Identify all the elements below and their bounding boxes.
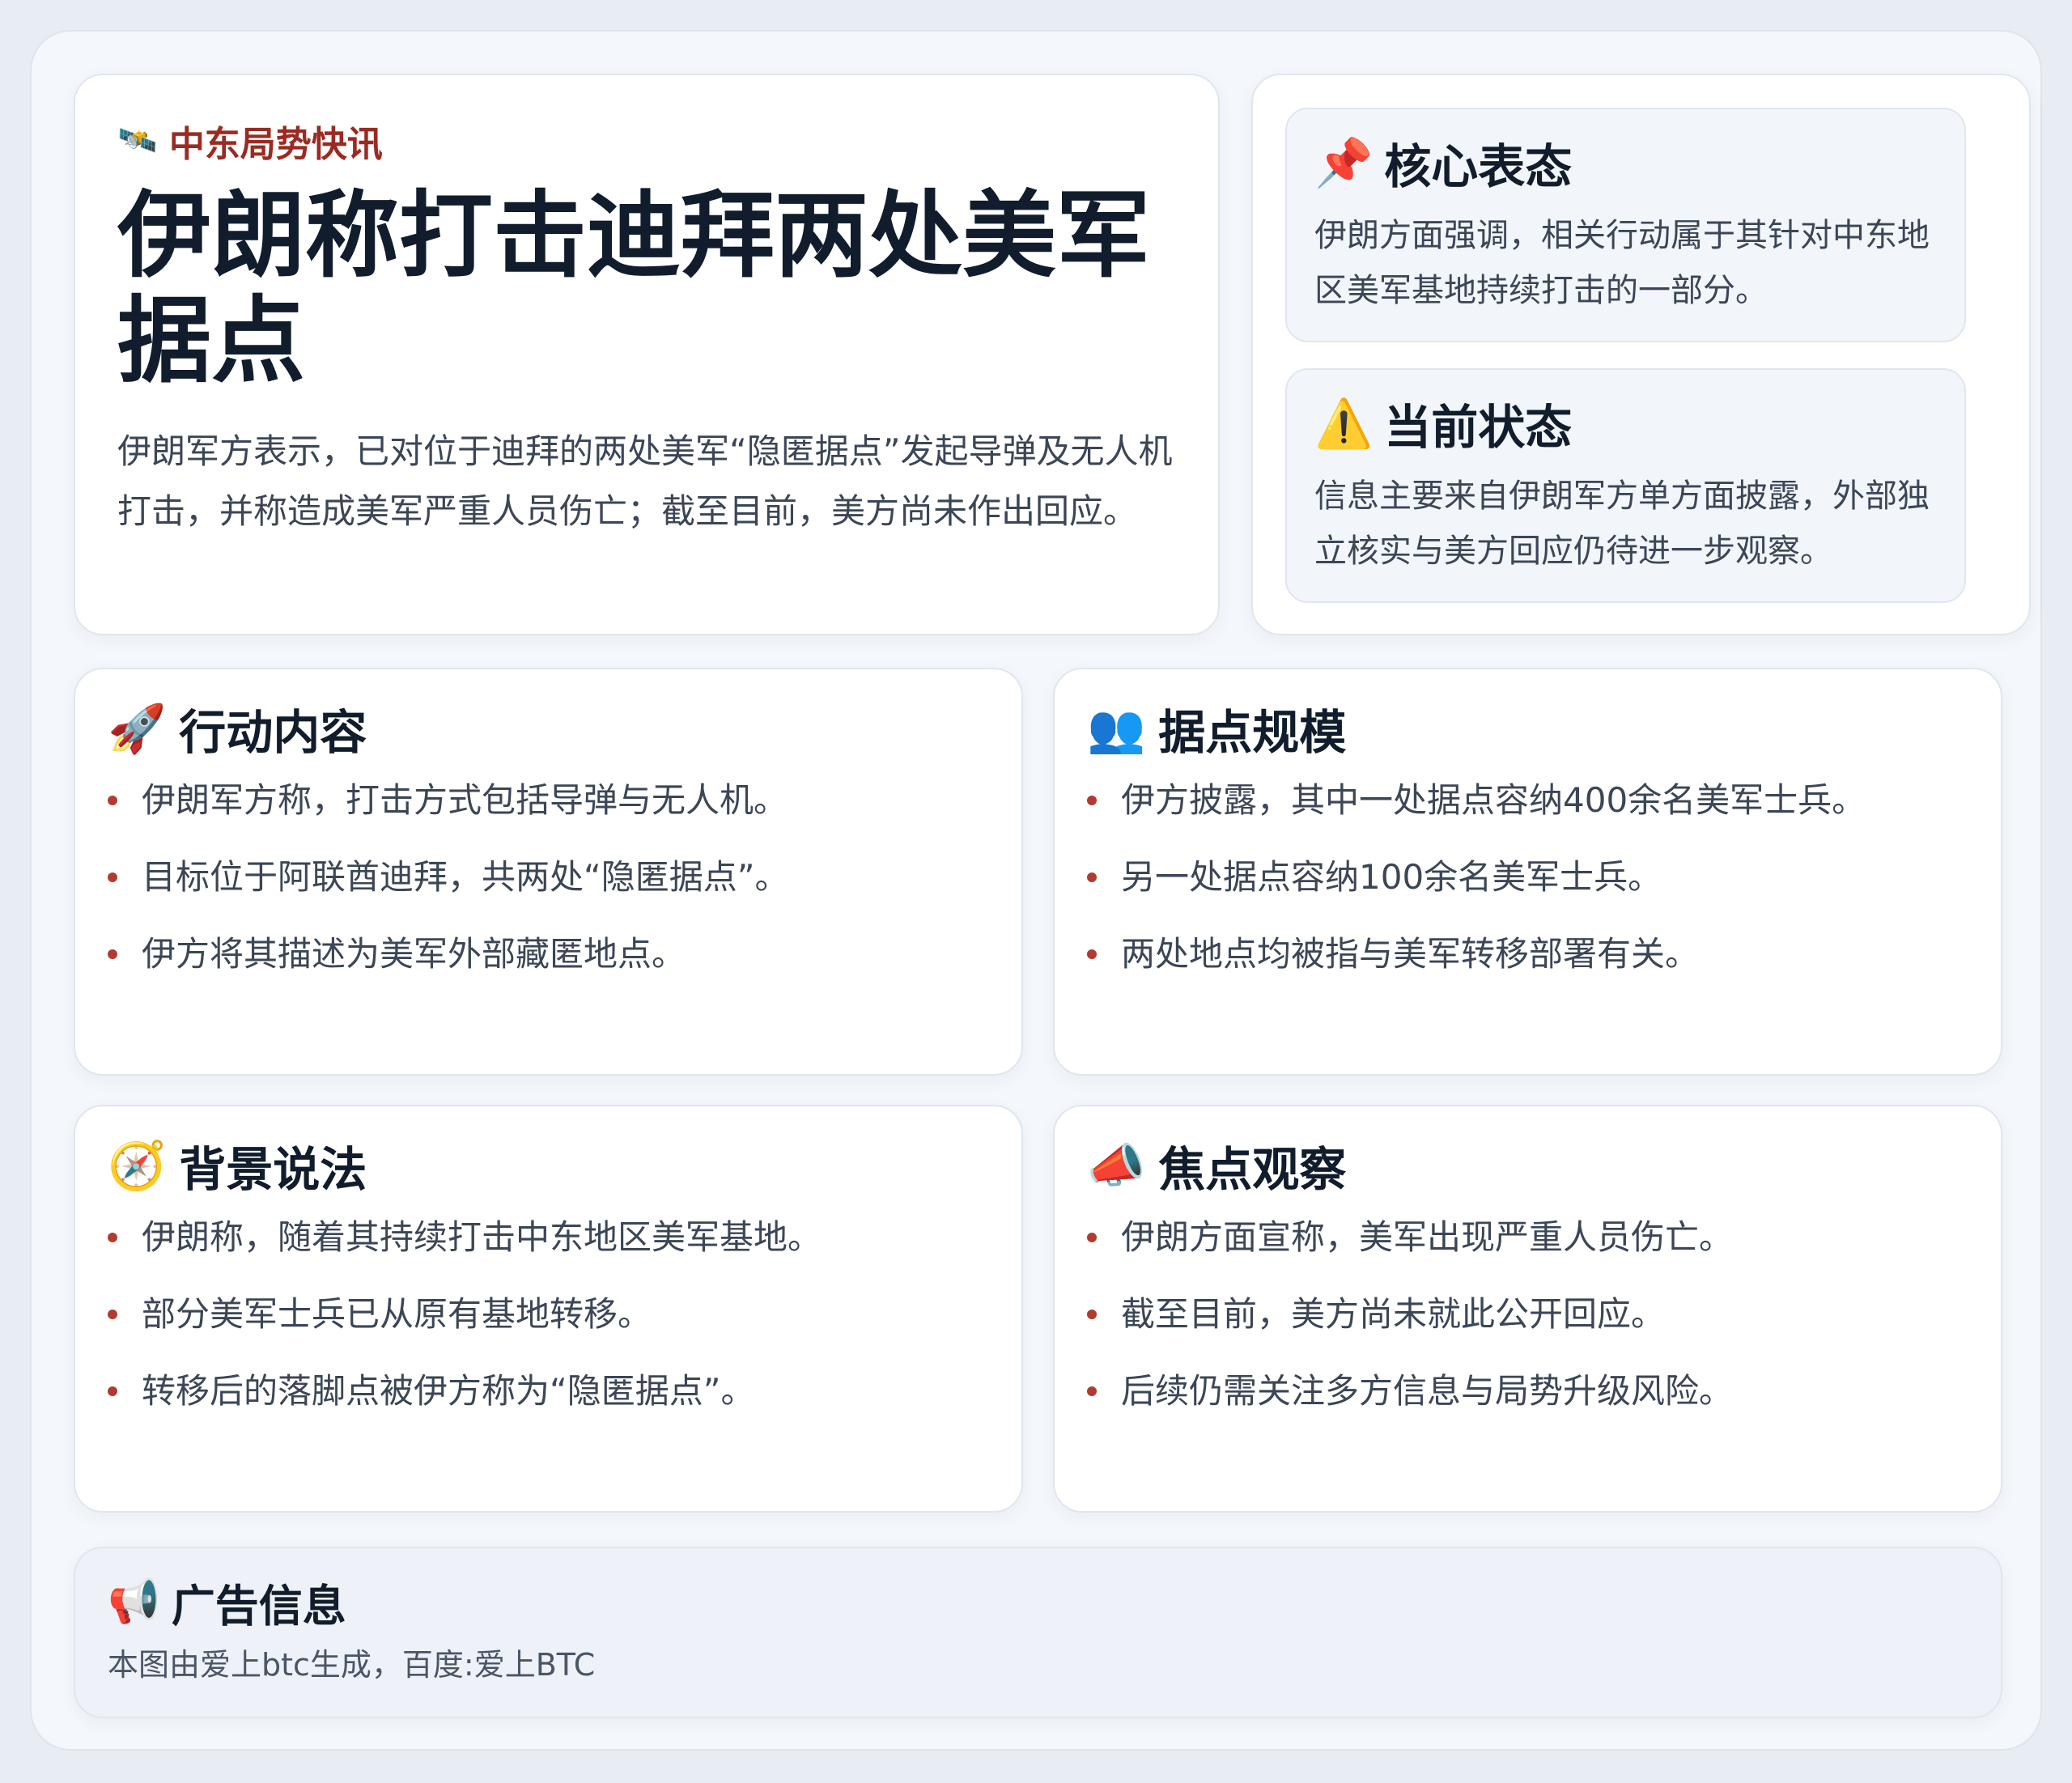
list-item-text: 另一处据点容纳100余名美军士兵。: [1121, 857, 1662, 897]
bullet-dot: [108, 1386, 117, 1396]
core-statement-body: 伊朗方面强调，相关行动属于其针对中东地区美军基地持续打击的一部分。: [1314, 217, 1930, 309]
summary-text: 伊朗军方表示，已对位于迪拜的两处美军“隐匿据点”发起导弹及无人机打击，并称造成美…: [117, 431, 1173, 531]
focus-watch-card: 📣 焦点观察 伊朗方面宣称，美军出现严重人员伤亡。 截至目前，美方尚未就此公开回…: [1053, 1105, 2002, 1513]
list-item: 后续仍需关注多方信息与局势升级风险。: [1087, 1369, 1968, 1414]
current-status-header: ⚠️ 当前状态: [1314, 396, 1937, 455]
list-item: 伊方披露，其中一处据点容纳400余名美军士兵。: [1087, 778, 1968, 823]
ad-header: 📢 广告信息: [108, 1576, 1968, 1632]
list-item: 伊朗军方称，打击方式包括导弹与无人机。: [108, 778, 989, 823]
list-item-text: 伊方将其描述为美军外部藏匿地点。: [142, 934, 686, 974]
list-item-text: 截至目前，美方尚未就此公开回应。: [1121, 1294, 1666, 1334]
list-item: 两处地点均被指与美军转移部署有关。: [1087, 932, 1968, 977]
background-claims-card: 🧭 背景说法 伊朗称，随着其持续打击中东地区美军基地。 部分美军士兵已从原有基地…: [74, 1105, 1023, 1513]
bullet-dot: [108, 1233, 117, 1242]
people-icon: 👥: [1087, 701, 1146, 756]
list-item-text: 部分美军士兵已从原有基地转移。: [142, 1294, 652, 1334]
action-content-card: 🚀 行动内容 伊朗军方称，打击方式包括导弹与无人机。 目标位于阿联酋迪拜，共两处…: [74, 668, 1023, 1076]
list-item-text: 两处地点均被指与美军转移部署有关。: [1121, 934, 1700, 974]
card-header: 🚀 行动内容: [108, 701, 989, 760]
page-frame: 🛰️ 中东局势快讯 伊朗称打击迪拜两处美军据点 伊朗军方表示，已对位于迪拜的两处…: [30, 30, 2042, 1751]
ad-info-card: 📢 广告信息 本图由爱上btc生成，百度:爱上BTC: [74, 1547, 2002, 1718]
bullet-dot: [1087, 1233, 1097, 1242]
list-item-text: 后续仍需关注多方信息与局势升级风险。: [1121, 1371, 1734, 1411]
warning-icon: ⚠️: [1314, 396, 1374, 451]
bullet-dot: [1087, 796, 1097, 805]
card-header: 📣 焦点观察: [1087, 1138, 1968, 1197]
megaphone-icon: 📣: [1087, 1138, 1146, 1193]
bullet-dot: [1087, 949, 1097, 959]
bullet-list: 伊朗军方称，打击方式包括导弹与无人机。 目标位于阿联酋迪拜，共两处“隐匿据点”。…: [108, 778, 989, 977]
list-item: 目标位于阿联酋迪拜，共两处“隐匿据点”。: [108, 855, 989, 900]
kicker-label: 中东局势快讯: [168, 124, 383, 165]
bullet-dot: [1087, 1386, 1097, 1396]
list-item-text: 转移后的落脚点被伊方称为“隐匿据点”。: [142, 1371, 755, 1411]
list-item: 伊朗方面宣称，美军出现严重人员伤亡。: [1087, 1215, 1968, 1260]
kicker: 🛰️ 中东局势快讯: [117, 116, 1176, 166]
list-item-text: 伊朗称，随着其持续打击中东地区美军基地。: [142, 1217, 822, 1257]
current-status-title: 当前状态: [1384, 400, 1573, 455]
bullet-list: 伊朗方面宣称，美军出现严重人员伤亡。 截至目前，美方尚未就此公开回应。 后续仍需…: [1087, 1215, 1968, 1414]
card-header: 👥 据点规模: [1087, 701, 1968, 760]
list-item: 截至目前，美方尚未就此公开回应。: [1087, 1292, 1968, 1337]
loudspeaker-icon: 📢: [108, 1577, 160, 1626]
list-item-text: 伊朗方面宣称，美军出现严重人员伤亡。: [1121, 1217, 1734, 1257]
list-item: 转移后的落脚点被伊方称为“隐匿据点”。: [108, 1369, 989, 1414]
list-item-text: 伊朗军方称，打击方式包括导弹与无人机。: [142, 780, 788, 820]
list-item: 伊方将其描述为美军外部藏匿地点。: [108, 932, 989, 977]
core-statement-card: 📌 核心表态 伊朗方面强调，相关行动属于其针对中东地区美军基地持续打击的一部分。: [1285, 108, 1966, 342]
bullet-list: 伊朗称，随着其持续打击中东地区美军基地。 部分美军士兵已从原有基地转移。 转移后…: [108, 1215, 989, 1414]
ad-body: 本图由爱上btc生成，百度:爱上BTC: [108, 1647, 596, 1683]
pushpin-icon: 📌: [1314, 135, 1374, 190]
bullet-dot: [108, 796, 117, 805]
list-item-text: 目标位于阿联酋迪拜，共两处“隐匿据点”。: [142, 857, 789, 897]
list-item: 另一处据点容纳100余名美军士兵。: [1087, 855, 1968, 900]
card-title: 据点规模: [1158, 705, 1347, 760]
bullet-dot: [108, 949, 117, 959]
current-status-card: ⚠️ 当前状态 信息主要来自伊朗军方单方面披露，外部独立核实与美方回应仍待进一步…: [1285, 368, 1966, 603]
ad-title: 广告信息: [171, 1580, 346, 1632]
bullet-dot: [1087, 1310, 1097, 1319]
headline-card: 🛰️ 中东局势快讯 伊朗称打击迪拜两处美军据点 伊朗军方表示，已对位于迪拜的两处…: [74, 74, 1220, 635]
compass-icon: 🧭: [108, 1138, 167, 1193]
rocket-icon: 🚀: [108, 701, 167, 756]
bullet-dot: [108, 1310, 117, 1319]
core-statement-title: 核心表态: [1384, 139, 1573, 194]
card-title: 背景说法: [179, 1142, 367, 1197]
list-item: 部分美军士兵已从原有基地转移。: [108, 1292, 989, 1337]
bullet-list: 伊方披露，其中一处据点容纳400余名美军士兵。 另一处据点容纳100余名美军士兵…: [1087, 778, 1968, 977]
base-scale-card: 👥 据点规模 伊方披露，其中一处据点容纳400余名美军士兵。 另一处据点容纳10…: [1053, 668, 2002, 1076]
list-item-text: 伊方披露，其中一处据点容纳400余名美军士兵。: [1121, 780, 1866, 820]
card-header: 🧭 背景说法: [108, 1138, 989, 1197]
bullet-dot: [108, 872, 117, 882]
current-status-body: 信息主要来自伊朗军方单方面披露，外部独立核实与美方回应仍待进一步观察。: [1314, 478, 1930, 570]
satellite-icon: 🛰️: [117, 122, 158, 159]
list-item: 伊朗称，随着其持续打击中东地区美军基地。: [108, 1215, 989, 1260]
card-title: 焦点观察: [1158, 1142, 1347, 1197]
page-title: 伊朗称打击迪拜两处美军据点: [117, 181, 1150, 396]
bullet-dot: [1087, 872, 1097, 882]
core-statement-header: 📌 核心表态: [1314, 135, 1937, 194]
side-panel: 📌 核心表态 伊朗方面强调，相关行动属于其针对中东地区美军基地持续打击的一部分。…: [1251, 74, 2031, 635]
card-title: 行动内容: [179, 705, 367, 760]
